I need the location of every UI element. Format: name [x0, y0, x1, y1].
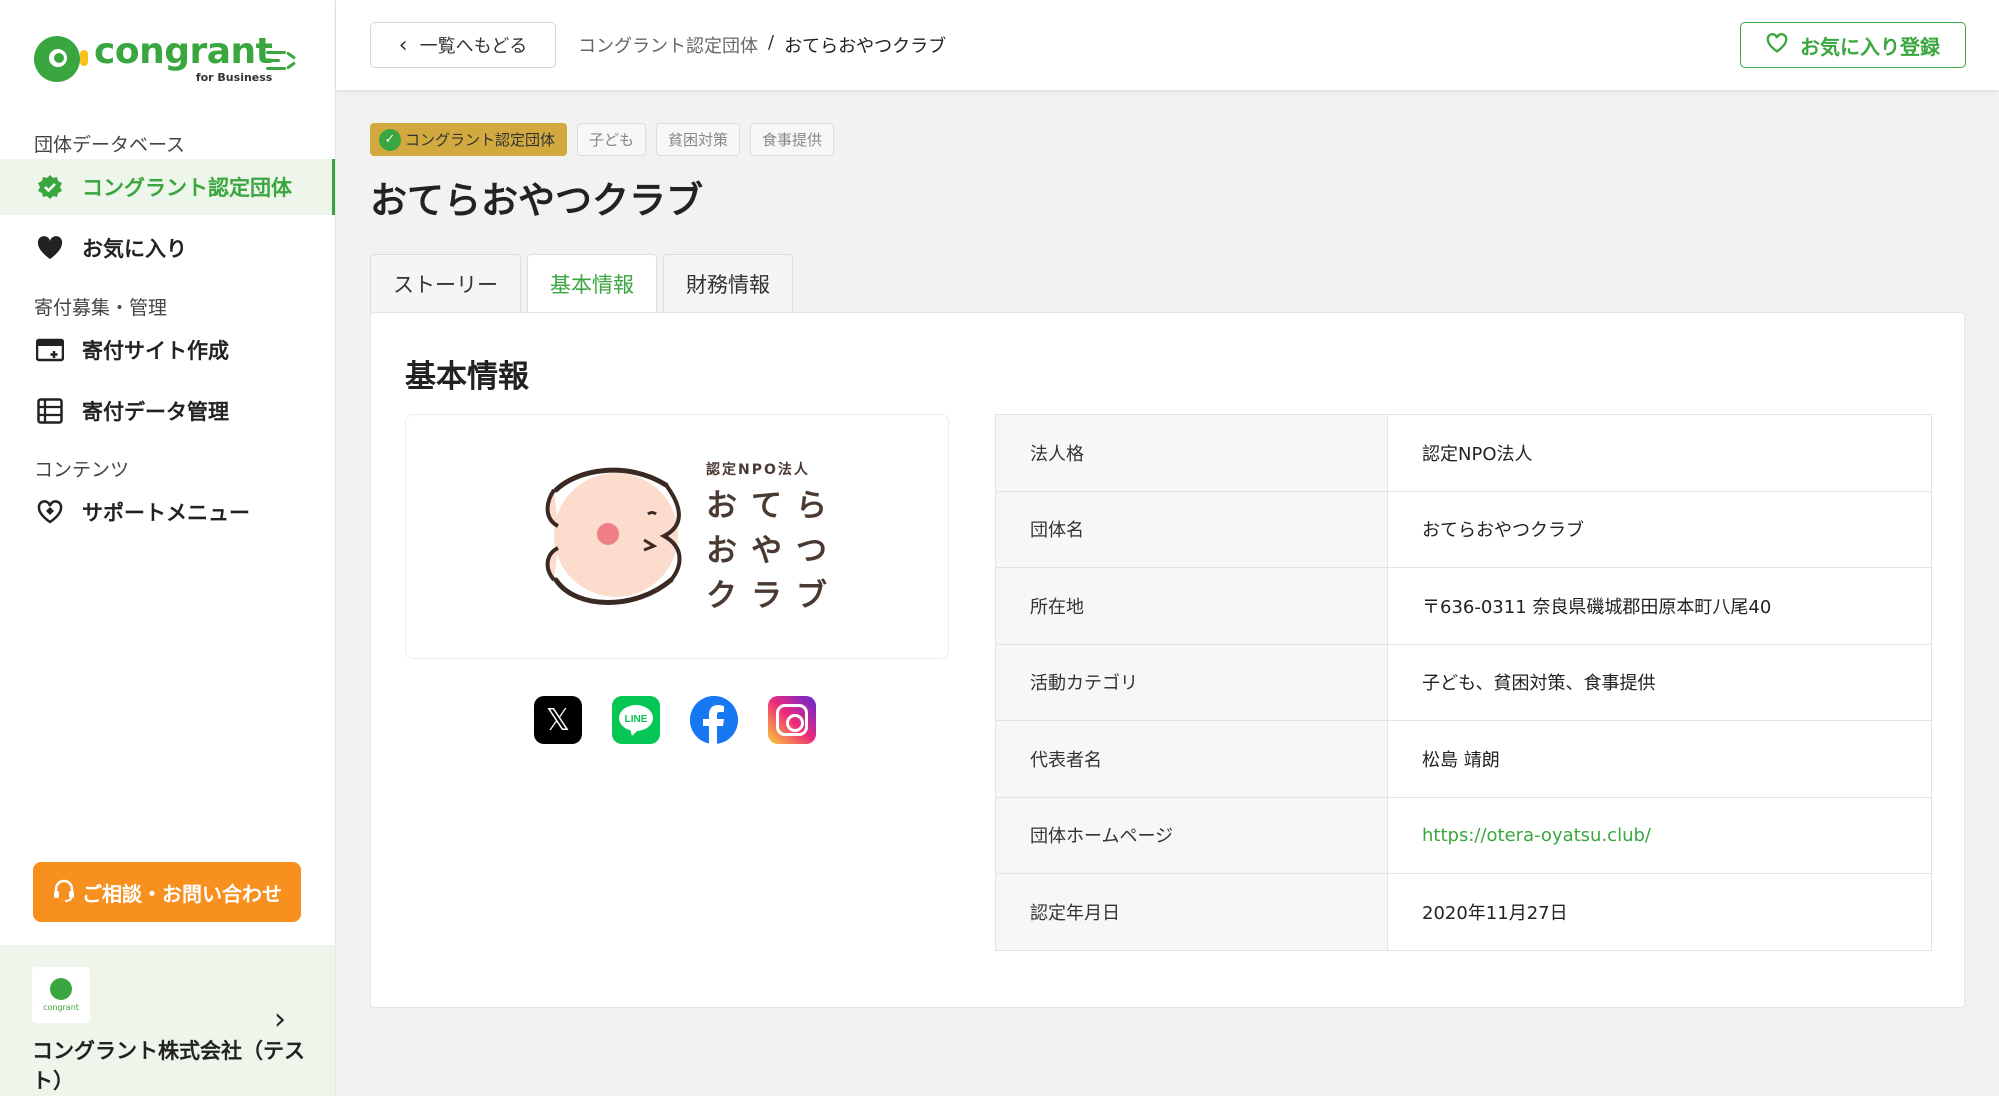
- page-title: おてらおやつクラブ: [370, 179, 703, 222]
- sidebar-item-label: 寄付データ管理: [82, 400, 229, 424]
- basic-info-table: 法人格 認定NPO法人 団体名 おてらおやつクラブ 所在地 〒636-0311 …: [995, 414, 1932, 951]
- organization-name: コングラント株式会社（テスト）: [32, 1039, 305, 1093]
- breadcrumb-separator: /: [768, 32, 775, 53]
- info-key: 活動カテゴリ: [995, 644, 1388, 721]
- organization-logo: congrant: [32, 967, 90, 1023]
- top-bar: ‹ 一覧へもどる コングラント認定団体 / おてらおやつクラブ お気に入り登録: [336, 0, 1999, 90]
- svg-text:LINE: LINE: [625, 714, 648, 725]
- info-key: 法人格: [995, 414, 1388, 492]
- info-value: 松島 靖朗: [1387, 720, 1932, 798]
- breadcrumb-current: おてらおやつクラブ: [784, 36, 947, 57]
- tab-story[interactable]: ストーリー: [370, 254, 521, 312]
- chevron-left-icon: ‹: [398, 32, 408, 58]
- check-badge-icon: ✓: [379, 128, 401, 151]
- heart-icon: [36, 234, 64, 262]
- info-key: 代表者名: [995, 720, 1388, 798]
- table-row: 団体ホームページ https://otera-oyatsu.club/: [995, 797, 1932, 874]
- breadcrumb-parent[interactable]: コングラント認定団体: [578, 32, 758, 58]
- logo-text: 認定NPO法人 おてら おやつ クラブ: [706, 463, 841, 612]
- add-favorite-label: お気に入り登録: [1800, 34, 1940, 59]
- nav-section-contents: コンテンツ: [34, 459, 130, 481]
- logo-text-line: 認定NPO法人: [706, 462, 810, 478]
- breadcrumb: コングラント認定団体 / おてらおやつクラブ: [578, 32, 946, 58]
- section-title: 基本情報: [405, 359, 529, 395]
- list-data-icon: [36, 397, 64, 425]
- category-tag: 食事提供: [750, 123, 835, 156]
- otera-oyatsu-logo-art: [545, 467, 682, 605]
- logo-text-line: おてら: [706, 488, 841, 524]
- info-key: 団体名: [995, 491, 1388, 568]
- x-icon[interactable]: 𝕏: [534, 696, 582, 744]
- table-row: 認定年月日 2020年11月27日: [995, 873, 1932, 950]
- info-key: 認定年月日: [995, 873, 1388, 950]
- back-to-list-button[interactable]: ‹ 一覧へもどる: [370, 22, 556, 68]
- brand-logo[interactable]: congrant for Business: [34, 31, 273, 84]
- verified-badge-icon: [36, 173, 64, 201]
- table-row: 団体名 おてらおやつクラブ: [995, 491, 1932, 568]
- sidebar-item-donation-site[interactable]: 寄付サイト作成: [0, 322, 335, 378]
- sidebar: congrant for Business 団体データベース コングラント認定団…: [0, 0, 336, 1096]
- category-tag: 貧困対策: [656, 123, 741, 156]
- sidebar-item-label: お気に入り: [82, 237, 187, 261]
- table-row: 所在地 〒636-0311 奈良県磯城郡田原本町八尾40: [995, 567, 1932, 645]
- info-key: 団体ホームページ: [995, 797, 1388, 874]
- brand-name: congrant: [94, 31, 273, 72]
- sidebar-item-favorites[interactable]: お気に入り: [0, 220, 335, 276]
- table-row: 法人格 認定NPO法人: [995, 414, 1932, 492]
- info-value: 2020年11月27日: [1422, 902, 1568, 924]
- info-value: おてらおやつクラブ: [1387, 491, 1932, 568]
- heart-outline-icon: [1766, 32, 1788, 58]
- info-value: 子ども、貧困対策、食事提供: [1387, 644, 1932, 721]
- facebook-icon[interactable]: [690, 696, 738, 744]
- sidebar-item-label: 寄付サイト作成: [82, 339, 229, 363]
- organization-logo-text: congrant: [43, 1003, 79, 1012]
- info-key: 所在地: [995, 567, 1388, 645]
- line-icon[interactable]: LINE: [612, 696, 660, 744]
- category-tag: 子ども: [577, 123, 647, 156]
- logo-text-line: クラブ: [706, 578, 841, 614]
- logo-text-line: おやつ: [706, 533, 841, 569]
- table-row: 代表者名 松島 靖朗: [995, 720, 1932, 798]
- info-value: 〒636-0311 奈良県磯城郡田原本町八尾40: [1387, 567, 1932, 645]
- sidebar-collapse-icon[interactable]: [266, 48, 296, 74]
- tab-financial-info[interactable]: 財務情報: [663, 254, 793, 312]
- info-value: 認定NPO法人: [1387, 414, 1932, 492]
- nav-section-donation: 寄付募集・管理: [34, 297, 168, 319]
- homepage-link[interactable]: https://otera-oyatsu.club/: [1422, 825, 1651, 846]
- add-favorite-button[interactable]: お気に入り登録: [1740, 22, 1966, 68]
- basic-info-panel: 基本情報 認定NPO法人 おてら おやつ クラブ 𝕏 LINE 法人格 認定NP…: [370, 312, 1965, 1008]
- back-button-label: 一覧へもどる: [419, 36, 528, 57]
- organization-switcher[interactable]: congrant › コングラント株式会社（テスト）: [0, 945, 335, 1096]
- nav-section-database: 団体データベース: [34, 134, 186, 156]
- sidebar-item-label: サポートメニュー: [82, 501, 250, 525]
- table-row: 活動カテゴリ 子ども、貧困対策、食事提供: [995, 644, 1932, 721]
- tab-bar: ストーリー 基本情報 財務情報: [370, 254, 799, 313]
- contact-button[interactable]: ご相談・お問い合わせ: [33, 862, 301, 922]
- heart-support-icon: [36, 498, 64, 526]
- contact-button-label: ご相談・お問い合わせ: [82, 881, 282, 906]
- tab-basic-info[interactable]: 基本情報: [527, 254, 657, 313]
- sidebar-item-support[interactable]: サポートメニュー: [0, 484, 335, 540]
- congrant-logo-icon: [34, 35, 88, 82]
- social-links: 𝕏 LINE: [534, 696, 846, 744]
- browser-add-icon: [36, 336, 64, 364]
- chevron-right-icon: ›: [274, 1002, 286, 1037]
- certified-tag: ✓ コングラント認定団体: [370, 123, 568, 156]
- certified-tag-label: コングラント認定団体: [405, 131, 556, 149]
- brand-sub: for Business: [195, 71, 273, 84]
- info-value: https://otera-oyatsu.club/: [1387, 797, 1932, 874]
- headset-icon: [52, 878, 76, 907]
- tag-list: ✓ コングラント認定団体 子ども 貧困対策 食事提供: [370, 123, 844, 156]
- sidebar-item-donation-data[interactable]: 寄付データ管理: [0, 383, 335, 439]
- instagram-icon[interactable]: [768, 696, 816, 744]
- sidebar-item-certified[interactable]: コングラント認定団体: [0, 159, 335, 215]
- sidebar-item-label: コングラント認定団体: [82, 176, 292, 200]
- organization-logo-box: 認定NPO法人 おてら おやつ クラブ: [405, 414, 949, 659]
